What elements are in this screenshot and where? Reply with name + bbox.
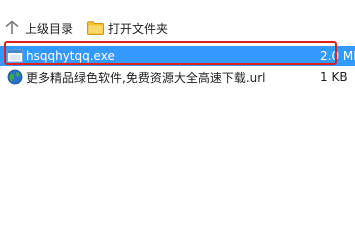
file-name: 更多精品绿色软件,免费资源大全高速下载.url xyxy=(26,70,266,85)
folder-icon xyxy=(87,21,104,35)
open-folder-label: 打开文件夹 xyxy=(108,21,169,36)
exe-window-icon xyxy=(7,48,23,64)
file-name: hsqqhytqq.exe xyxy=(26,49,115,63)
open-folder-button[interactable]: 打开文件夹 xyxy=(87,15,168,41)
parent-directory-label: 上级目录 xyxy=(25,21,74,36)
file-size: 1 KB xyxy=(320,70,348,84)
file-manager-window: 上级目录 打开文件夹 hsqqhytqq.exe 2.0 MB xyxy=(0,0,355,218)
file-row-exe[interactable]: hsqqhytqq.exe 2.0 MB xyxy=(0,46,355,66)
file-row-url[interactable]: 更多精品绿色软件,免费资源大全高速下载.url 1 KB xyxy=(0,67,355,87)
up-folder-icon xyxy=(4,20,20,36)
file-size: 2.0 MB xyxy=(320,49,355,63)
parent-directory-button[interactable]: 上级目录 xyxy=(4,15,73,41)
toolbar: 上级目录 打开文件夹 xyxy=(0,14,355,42)
globe-link-icon xyxy=(7,69,23,85)
